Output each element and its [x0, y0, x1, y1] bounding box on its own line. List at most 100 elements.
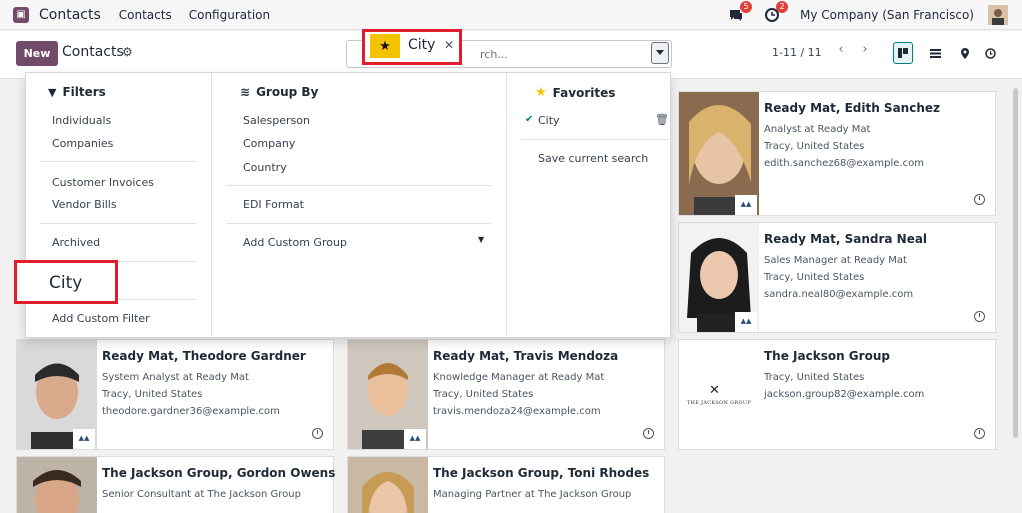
contact-name: Ready Mat, Sandra Neal [764, 232, 928, 246]
company-switcher[interactable]: My Company (San Francisco) [800, 8, 974, 22]
separator [40, 161, 197, 162]
contact-email: travis.mendoza24@example.com [433, 406, 601, 417]
contact-name: The Jackson Group, Gordon Owens [102, 466, 336, 480]
group-country[interactable]: Country [243, 161, 287, 174]
contact-location: Tracy, United States [764, 141, 865, 152]
trash-icon[interactable]: 🗑 [655, 113, 669, 126]
separator [226, 185, 492, 186]
company-name: The Jackson Group [764, 349, 890, 363]
save-current-search[interactable]: Save current search [538, 152, 648, 165]
facet-remove-icon[interactable]: ✕ [444, 38, 454, 52]
contact-card[interactable]: The Jackson Group, Gordon Owens Senior C… [16, 456, 336, 513]
separator [521, 139, 673, 140]
contacts-app-icon[interactable]: ▣ [13, 6, 29, 23]
messages-icon[interactable]: 5 [728, 1, 753, 23]
company-email: jackson.group82@example.com [764, 389, 925, 400]
contact-card[interactable]: ▲▲ Ready Mat, Sandra Neal Sales Manager … [678, 222, 996, 333]
caret-down-icon [656, 50, 664, 55]
pager-value[interactable]: 1-11 / 11 [772, 46, 822, 59]
list-view-button[interactable] [925, 42, 945, 64]
filters-header: ▼ Filters [48, 85, 106, 99]
separator [40, 223, 197, 224]
filter-city-highlight[interactable]: City [14, 260, 118, 304]
contact-name: Ready Mat, Travis Mendoza [433, 349, 619, 363]
activity-clock-icon[interactable] [643, 428, 654, 439]
group-edi-format[interactable]: EDI Format [243, 198, 304, 211]
favorite-star-icon: ★ [370, 34, 400, 58]
search-input[interactable]: rch... [480, 48, 508, 61]
group-company[interactable]: Company [243, 137, 295, 150]
contact-job: Analyst at Ready Mat [764, 124, 871, 135]
separator [226, 223, 492, 224]
contact-card[interactable]: ▲▲ Ready Mat, Theodore Gardner System An… [16, 339, 334, 450]
contact-email: theodore.gardner36@example.com [102, 406, 280, 417]
favorite-city[interactable]: City [538, 114, 560, 127]
jackson-logo-text: The Jackson Group [686, 400, 752, 406]
filter-individuals[interactable]: Individuals [52, 114, 111, 127]
activity-clock-icon[interactable] [312, 428, 323, 439]
kanban-icon [898, 48, 908, 58]
company-logo-icon: ▲▲ [735, 312, 757, 332]
map-view-button[interactable] [955, 42, 975, 64]
new-button[interactable]: New [16, 41, 58, 66]
favorites-title: Favorites [552, 85, 616, 100]
activity-clock-icon[interactable] [974, 428, 985, 439]
clock-icon [984, 47, 996, 59]
user-avatar[interactable] [988, 5, 1008, 25]
company-card[interactable]: ✕ The Jackson Group The Jackson Group Tr… [678, 339, 996, 450]
favorites-column: ★ Favorites ✔ City 🗑 Save current search [506, 73, 673, 337]
contact-card[interactable]: The Jackson Group, Toni Rhodes Managing … [347, 456, 665, 513]
filter-customer-invoices[interactable]: Customer Invoices [52, 176, 154, 189]
add-custom-filter[interactable]: Add Custom Filter [52, 312, 150, 325]
scrollbar[interactable] [1013, 88, 1018, 438]
contact-job: System Analyst at Ready Mat [102, 372, 249, 383]
activity-view-button[interactable] [980, 42, 1000, 64]
activity-clock-icon[interactable] [974, 311, 985, 322]
map-pin-icon [961, 47, 969, 59]
add-custom-group[interactable]: Add Custom Group [243, 236, 347, 249]
company-logo-icon: ▲▲ [735, 195, 757, 215]
top-navbar: ▣ Contacts Contacts Configuration 5 2 My… [0, 0, 1022, 30]
app-name[interactable]: Contacts [39, 7, 101, 23]
activity-clock-icon[interactable] [974, 194, 985, 205]
menu-contacts[interactable]: Contacts [119, 8, 172, 22]
star-icon: ★ [535, 85, 547, 100]
checkmark-icon: ✔ [525, 114, 534, 125]
contact-job: Knowledge Manager at Ready Mat [433, 372, 605, 383]
company-logo-icon: ▲▲ [404, 429, 426, 449]
contact-location: Tracy, United States [102, 389, 203, 400]
gear-icon[interactable]: ⚙ [122, 45, 133, 59]
kanban-view-button[interactable] [893, 42, 913, 64]
custom-group-caret-icon[interactable]: ▼ [478, 235, 484, 244]
contact-name: Ready Mat, Theodore Gardner [102, 349, 306, 363]
list-icon [929, 48, 941, 58]
company-logo-icon: ▲▲ [73, 429, 95, 449]
contact-name: Ready Mat, Edith Sanchez [764, 101, 940, 115]
contact-email: sandra.neal80@example.com [764, 289, 914, 300]
activities-icon[interactable]: 2 [764, 1, 789, 23]
search-panel-toggle[interactable] [651, 42, 669, 64]
filter-vendor-bills[interactable]: Vendor Bills [52, 198, 117, 211]
contact-card[interactable]: ▲▲ Ready Mat, Travis Mendoza Knowledge M… [347, 339, 665, 450]
contact-card[interactable]: ▲▲ Ready Mat, Edith Sanchez Analyst at R… [678, 91, 996, 216]
activities-badge: 2 [776, 1, 789, 13]
filter-city[interactable]: City [49, 273, 82, 293]
contact-email: edith.sanchez68@example.com [764, 158, 924, 169]
pager-next-icon[interactable]: › [856, 42, 874, 62]
group-by-header: ≋ Group By [240, 85, 318, 99]
menu-configuration[interactable]: Configuration [189, 8, 270, 22]
contact-location: Tracy, United States [433, 389, 534, 400]
contact-job: Managing Partner at The Jackson Group [433, 489, 632, 500]
group-salesperson[interactable]: Salesperson [243, 114, 310, 127]
search-dropdown-panel: ▼ Filters Individuals Companies Customer… [25, 72, 673, 338]
group-by-title: Group By [256, 85, 319, 99]
facet-city-label: City [408, 37, 436, 53]
breadcrumb: Contacts [62, 44, 124, 60]
contact-job: Sales Manager at Ready Mat [764, 255, 907, 266]
favorites-header: ★ Favorites [535, 85, 615, 100]
contact-photo [348, 457, 428, 513]
filter-archived[interactable]: Archived [52, 236, 100, 249]
filter-companies[interactable]: Companies [52, 137, 113, 150]
group-by-column: ≋ Group By Salesperson Company Country E… [211, 73, 506, 337]
pager-previous-icon[interactable]: ‹ [832, 42, 850, 62]
